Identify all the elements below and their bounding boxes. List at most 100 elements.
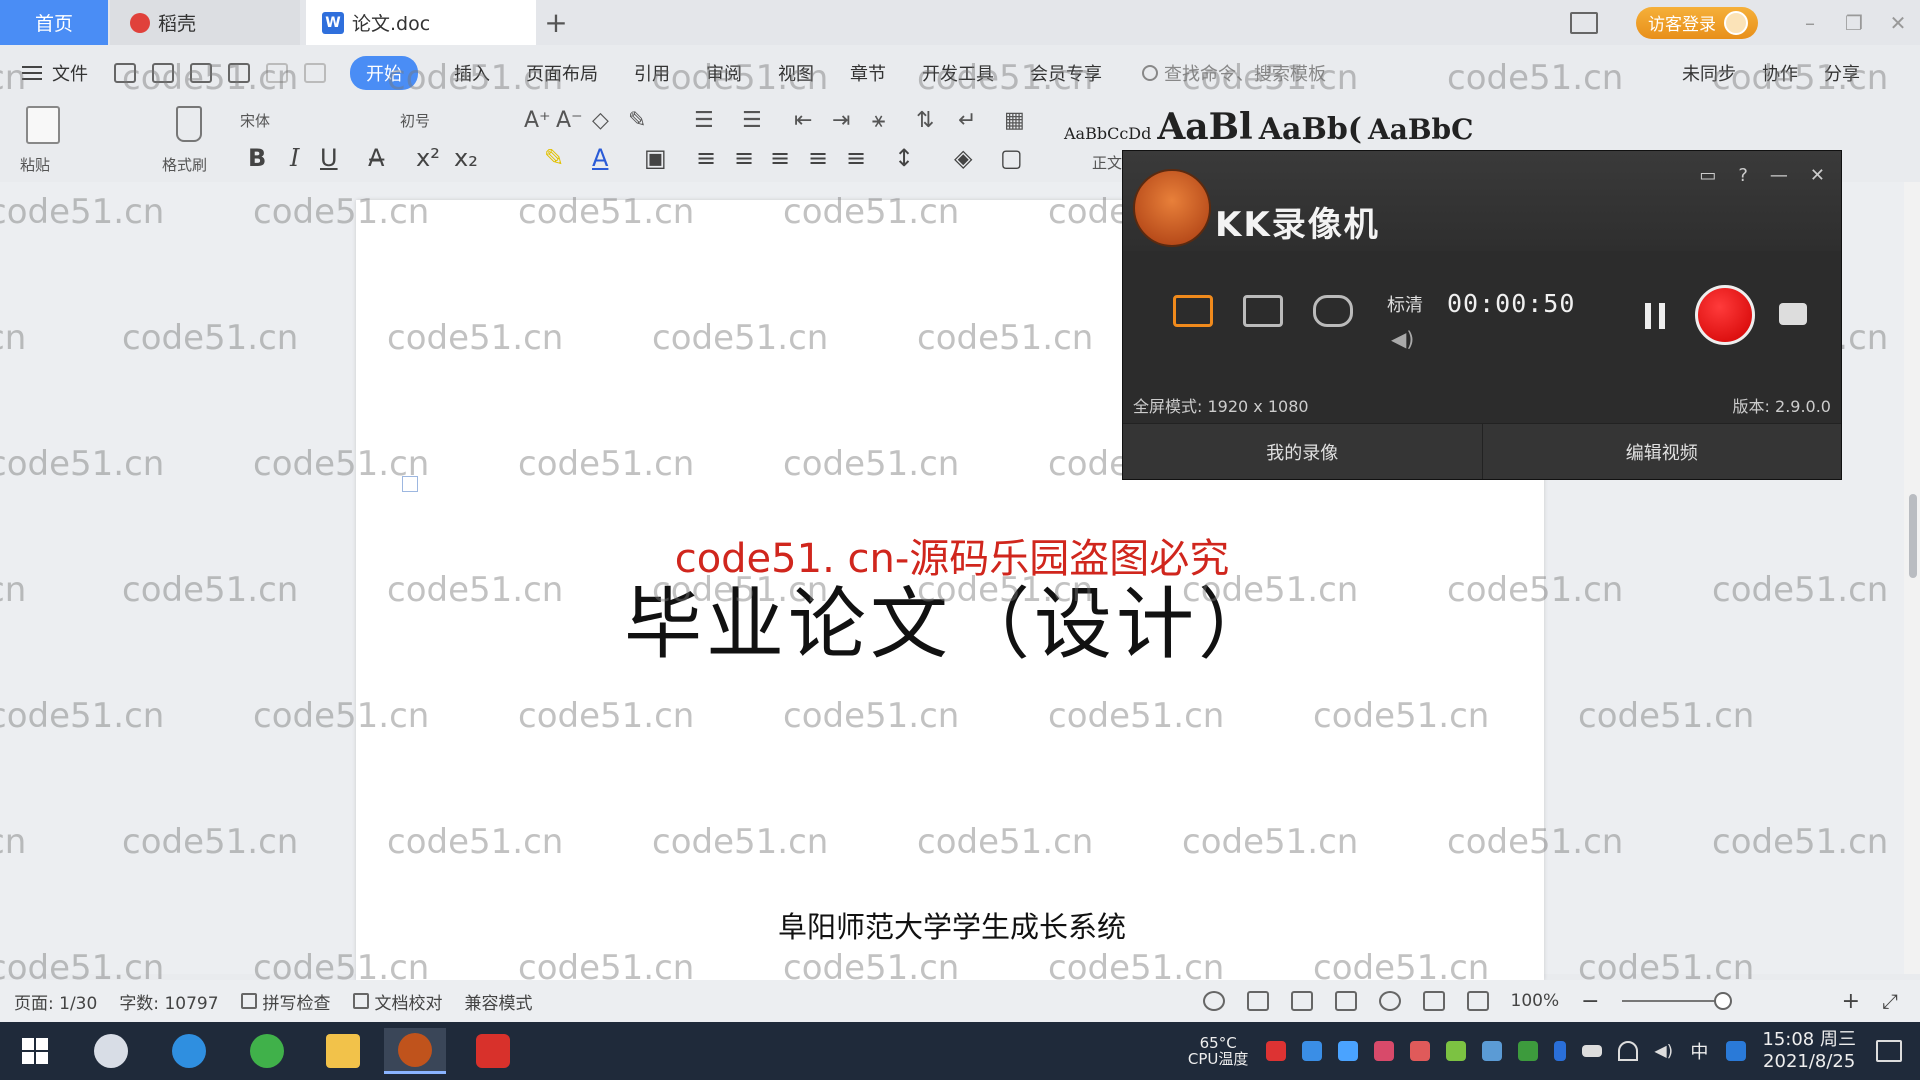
print-preview-icon[interactable] (228, 63, 250, 83)
font-color-icon[interactable]: A (592, 144, 608, 172)
clock[interactable]: 15:08 周三 2021/8/25 (1762, 1029, 1856, 1073)
recorder-close-button[interactable]: ✕ (1810, 165, 1825, 186)
taskbar-app-explorer[interactable] (312, 1028, 374, 1074)
edit-video-button[interactable]: 编辑视频 (1481, 423, 1841, 479)
web-view-icon[interactable] (1378, 991, 1401, 1011)
share-button[interactable]: 分享 (1824, 60, 1860, 86)
style-heading1-preview[interactable]: AaBl (1157, 106, 1252, 148)
wifi-icon[interactable] (1618, 1041, 1639, 1061)
region-mode-icon[interactable] (1243, 295, 1283, 327)
pause-icon[interactable] (1645, 303, 1665, 329)
recorder-minimize-button[interactable]: — (1770, 165, 1788, 186)
zoom-slider-knob[interactable] (1713, 992, 1732, 1010)
pinyin-icon[interactable]: ✎ (628, 108, 646, 133)
bluetooth-icon[interactable] (1554, 1041, 1567, 1061)
zoom-slider[interactable] (1621, 992, 1732, 1010)
tab-document[interactable]: W 论文.doc (306, 0, 536, 45)
ime-indicator[interactable]: 中 (1690, 1038, 1708, 1064)
fullscreen-icon[interactable]: ⤢ (1882, 989, 1898, 1013)
camera-icon[interactable] (1779, 303, 1807, 325)
style-heading2-preview[interactable]: AaBb( (1259, 112, 1362, 147)
cpu-temperature[interactable]: 65°C CPU温度 (1188, 1035, 1249, 1067)
record-button[interactable] (1695, 285, 1755, 345)
align-right-icon[interactable]: ≡ (770, 144, 790, 172)
app-tray-icon-2[interactable] (1410, 1041, 1431, 1061)
shield-icon[interactable] (1338, 1041, 1359, 1061)
bold-button[interactable]: B (248, 144, 266, 172)
battery-icon[interactable] (1582, 1045, 1603, 1057)
command-search[interactable]: 查找命令、搜索模板 (1142, 60, 1326, 86)
redo-icon[interactable] (304, 63, 326, 83)
page-view-icon[interactable] (1246, 991, 1269, 1011)
zoom-level[interactable]: 100% (1511, 991, 1560, 1011)
notification-center-icon[interactable] (1876, 1040, 1902, 1062)
tab-insert[interactable]: 插入 (454, 60, 490, 86)
taskbar-app-browser[interactable] (236, 1028, 298, 1074)
save-icon[interactable] (114, 63, 136, 83)
indent-icon[interactable]: ⇥ (832, 108, 850, 133)
format-painter-icon[interactable] (176, 106, 202, 142)
outdent-icon[interactable]: ⇤ (794, 108, 812, 133)
zoom-in-button[interactable]: + (1842, 989, 1860, 1014)
numbering-icon[interactable]: ☰ (742, 108, 762, 133)
spellcheck-toggle[interactable]: 拼写检查 (240, 989, 331, 1014)
tab-review[interactable]: 审阅 (706, 60, 742, 86)
scrollbar-thumb[interactable] (1909, 494, 1917, 578)
word-count[interactable]: 字数: 10797 (119, 989, 218, 1014)
fullscreen-mode-icon[interactable] (1173, 295, 1213, 327)
close-button[interactable]: ✕ (1876, 11, 1920, 35)
sort-icon[interactable]: ⇅ (916, 108, 934, 133)
justify-icon[interactable]: ≡ (808, 144, 828, 172)
clear-format-icon[interactable]: ◇ (592, 108, 609, 133)
window-layout-icon[interactable] (1570, 11, 1598, 34)
my-recordings-button[interactable]: 我的录像 (1123, 423, 1482, 479)
speaker-icon[interactable]: ◀) (1391, 327, 1414, 351)
minimize-button[interactable]: – (1788, 11, 1832, 35)
taskbar-app-wps[interactable] (462, 1028, 524, 1074)
highlight-icon[interactable]: ✎ (544, 144, 564, 172)
distributed-icon[interactable]: ≡ (846, 144, 866, 172)
bullets-icon[interactable]: ☰ (694, 108, 714, 133)
kk-recorder-window[interactable]: KK录像机 ▭ ? — ✕ 标清 ◀) 00:00:50 全屏模式: 1920 … (1122, 150, 1842, 480)
fit-page-icon[interactable] (1466, 991, 1489, 1011)
shrink-font-icon[interactable]: A⁻ (556, 108, 583, 133)
tab-references[interactable]: 引用 (634, 60, 670, 86)
tab-dev-tools[interactable]: 开发工具 (922, 60, 994, 86)
kk-tray-icon[interactable] (1266, 1041, 1287, 1061)
settings-icon[interactable]: ▭ (1699, 165, 1716, 186)
paste-icon[interactable] (26, 106, 60, 144)
chinese-layout-icon[interactable]: ⚹ (872, 108, 885, 133)
nvidia-icon[interactable] (1518, 1041, 1539, 1061)
strikethrough-icon[interactable]: A̶ (368, 144, 384, 172)
taskbar-app-kk[interactable] (384, 1028, 446, 1074)
app-tray-icon-3[interactable] (1446, 1041, 1467, 1061)
font-name-select[interactable]: 宋体 (240, 110, 270, 131)
outline-view-icon[interactable] (1290, 991, 1313, 1011)
italic-button[interactable]: I (290, 144, 299, 172)
reading-view-icon[interactable] (1334, 991, 1357, 1011)
table-icon[interactable]: ▦ (1004, 108, 1025, 133)
file-menu[interactable]: 文件 (22, 60, 88, 86)
subscript-icon[interactable]: x₂ (454, 144, 478, 172)
app-tray-icon-4[interactable] (1482, 1041, 1503, 1061)
tab-member[interactable]: 会员专享 (1030, 60, 1102, 86)
show-marks-icon[interactable]: ↵ (958, 108, 976, 133)
shading-icon[interactable]: ◈ (954, 144, 972, 172)
collab-button[interactable]: 协作 (1762, 60, 1798, 86)
taskbar-app-pinwheel[interactable] (80, 1028, 142, 1074)
new-tab-button[interactable]: + (540, 0, 572, 45)
tab-daoke[interactable]: 稻壳 (110, 0, 300, 45)
visitor-login-button[interactable]: 访客登录 (1636, 6, 1758, 39)
volume-icon[interactable]: ◀) (1654, 1041, 1674, 1061)
style-heading3-preview[interactable]: AaBbC (1368, 113, 1473, 146)
network-app-icon[interactable] (1302, 1041, 1323, 1061)
write-mode-icon[interactable] (1422, 991, 1445, 1011)
align-left-icon[interactable]: ≡ (696, 144, 716, 172)
border-icon[interactable]: ▢ (1000, 144, 1023, 172)
vertical-scrollbar[interactable] (1904, 182, 1920, 974)
print-icon[interactable] (190, 63, 212, 83)
tab-view[interactable]: 视图 (778, 60, 814, 86)
superscript-icon[interactable]: x² (416, 144, 440, 172)
align-center-icon[interactable]: ≡ (734, 144, 754, 172)
windows-start-icon[interactable] (22, 1038, 48, 1064)
